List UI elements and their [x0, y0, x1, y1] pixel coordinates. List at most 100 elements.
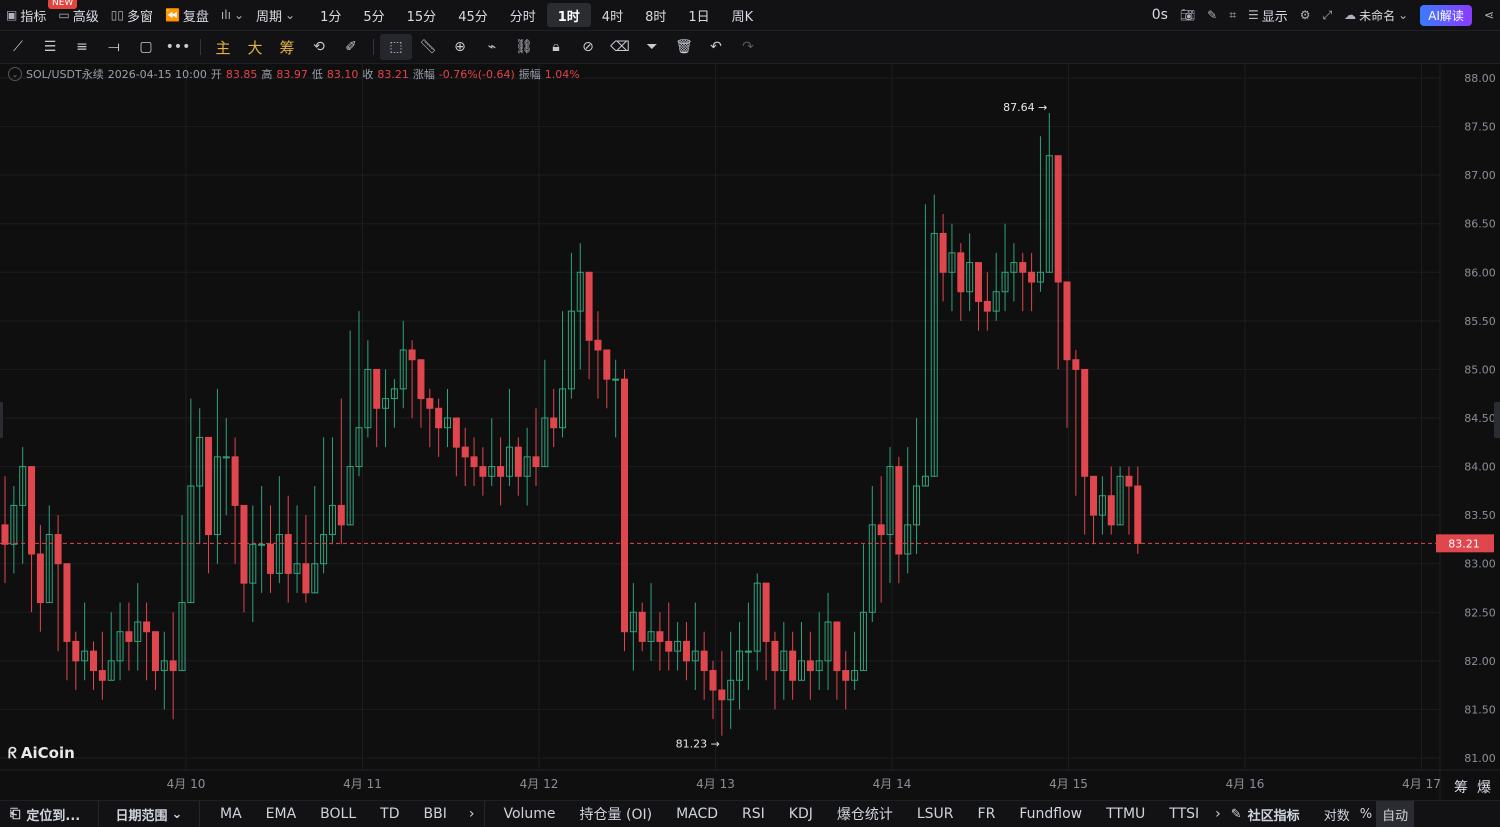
ruler-icon[interactable]: 📏︎	[412, 34, 444, 60]
period-tab[interactable]: 45分	[447, 3, 499, 27]
rectangle-icon[interactable]: ▢	[130, 34, 162, 60]
main-indicator-item[interactable]: EMA	[254, 801, 309, 827]
sub-indicator-list: Volume 持仓量 (OI) MACD RSI KDJ 爆仓统计 LSUR FR Fundfl…	[485, 801, 1211, 827]
candle	[151, 631, 159, 690]
open-label: 开	[210, 68, 222, 81]
sub-indicator-item[interactable]: 爆仓统计	[825, 801, 905, 827]
locate-button[interactable]: ⎗ 定位到...	[0, 801, 98, 827]
candle-body	[975, 262, 982, 302]
period-tab[interactable]: 5分	[352, 3, 395, 27]
pen-icon[interactable]: ✎	[1201, 3, 1223, 27]
more-sub-indicators-icon[interactable]: ›	[1211, 801, 1225, 827]
horizontal-lines-icon[interactable]: ≡	[66, 34, 98, 60]
main-indicator-item[interactable]: BBI	[412, 801, 459, 827]
candle	[143, 602, 151, 681]
auto-scale-button[interactable]: 自动	[1376, 801, 1415, 827]
cursor-select-icon[interactable]: ⬚	[380, 34, 412, 60]
more-tools-icon[interactable]: •••	[162, 34, 194, 60]
settings-icon[interactable]: ⚙	[1294, 3, 1317, 27]
period-tab[interactable]: 周K	[721, 3, 765, 27]
liquidation-side-button[interactable]: 爆	[1477, 777, 1491, 797]
zoom-icon[interactable]: ⊕	[444, 34, 476, 60]
horizontal-line-icon[interactable]: ⟞	[98, 34, 130, 60]
candle	[824, 592, 832, 690]
replay-button[interactable]: ⏪ 复盘	[159, 3, 215, 27]
candle-body	[497, 466, 505, 477]
period-tab[interactable]: 1日	[677, 3, 720, 27]
candle	[187, 398, 195, 604]
candle-body	[1090, 475, 1098, 516]
period-menu[interactable]: 周期 ⌄	[250, 3, 301, 27]
link-icon[interactable]: ⛓︎	[508, 34, 540, 60]
main-indicator-item[interactable]: TD	[368, 801, 411, 827]
sub-indicator-item[interactable]: MACD	[664, 801, 730, 827]
log-scale-button[interactable]: 对数	[1306, 801, 1356, 827]
eraser-icon[interactable]: ⌫	[604, 34, 636, 60]
right-panel-handle[interactable]	[1494, 402, 1500, 438]
more-indicators-icon[interactable]: ›	[459, 801, 485, 827]
redo-icon[interactable]: ↷	[732, 34, 764, 60]
undo-icon[interactable]: ↶	[700, 34, 732, 60]
filter-icon[interactable]: ⏷	[636, 34, 668, 60]
big-order-button[interactable]: 大	[239, 34, 271, 60]
period-tab[interactable]: 1时	[546, 3, 591, 27]
date-range-button[interactable]: 日期范围 ⌄	[99, 801, 199, 827]
period-tab[interactable]: 1分	[309, 3, 352, 27]
price-chart[interactable]: 88.00 87.50 87.00 86.50 86.00 85.50 85.00 84.50…	[0, 64, 1500, 800]
period-tab[interactable]: 4时	[591, 3, 634, 27]
camera-icon[interactable]: 📷︎	[1174, 3, 1201, 27]
lock-icon[interactable]: 🔒︎	[540, 34, 572, 60]
main-indicator-item[interactable]: MA	[208, 801, 254, 827]
chips-side-button[interactable]: 筹	[1454, 777, 1468, 797]
sub-indicator-item[interactable]: Fundflow	[1007, 801, 1094, 827]
multi-window-button[interactable]: ▯▯ 多窗	[105, 3, 159, 27]
time-tick-label: 4月 15	[1049, 777, 1088, 791]
brush-icon[interactable]: ✐	[335, 34, 367, 60]
sync-icon[interactable]: ⟲	[303, 34, 335, 60]
period-tab[interactable]: 15分	[396, 3, 448, 27]
info-toggle-icon[interactable]: ⌄	[8, 67, 22, 81]
parallel-lines-icon[interactable]: ☰	[34, 34, 66, 60]
candle	[736, 622, 744, 710]
main-force-button[interactable]: 主	[207, 34, 239, 60]
candle	[842, 651, 850, 710]
sub-indicator-item[interactable]: TTMU	[1094, 801, 1157, 827]
percent-scale-button[interactable]: %	[1356, 801, 1376, 827]
sub-indicator-item[interactable]: Volume	[491, 801, 567, 827]
comment-icon[interactable]: ⌗	[1223, 3, 1242, 27]
price-tick-label: 85.50	[1464, 315, 1496, 328]
indicators-button[interactable]: ▣ 指标	[0, 3, 52, 27]
sub-indicator-item[interactable]: TTSI	[1157, 801, 1211, 827]
display-label: 显示	[1261, 9, 1288, 25]
main-indicator-item[interactable]: BOLL	[308, 801, 368, 827]
community-indicators-button[interactable]: ✎ 社区指标	[1225, 801, 1306, 827]
candle	[1054, 155, 1062, 370]
magnet-icon[interactable]: ⌁	[476, 34, 508, 60]
sub-indicator-item[interactable]: FR	[966, 801, 1008, 827]
left-panel-handle[interactable]	[0, 402, 3, 438]
sub-indicator-item[interactable]: LSUR	[905, 801, 966, 827]
candle	[1081, 368, 1089, 535]
share-icon[interactable]: ⋖	[1478, 3, 1500, 27]
layout-button[interactable]: ☁ 未命名 ⌄	[1338, 3, 1414, 27]
trend-line-icon[interactable]: ⟋	[2, 34, 34, 60]
chips-button[interactable]: 筹	[271, 34, 303, 60]
logo-icon: ᖇ	[8, 744, 17, 762]
period-tab[interactable]: 分时	[499, 3, 547, 27]
sub-indicator-item[interactable]: 持仓量 (OI)	[568, 801, 665, 827]
fullscreen-icon[interactable]: ⤢	[1317, 3, 1339, 27]
ai-analysis-button[interactable]: AI解读	[1420, 4, 1472, 26]
candle	[621, 369, 628, 652]
multi-window-label: 多窗	[126, 9, 153, 25]
period-tab[interactable]: 8时	[634, 3, 677, 27]
candle-body	[169, 660, 177, 672]
hide-icon[interactable]: ⊘	[572, 34, 604, 60]
chart-type-button[interactable]: ılı ⌄	[215, 3, 250, 27]
indicator-icon: ▣	[6, 8, 18, 22]
candle-body	[621, 378, 628, 633]
display-button[interactable]: ☰ 显示	[1242, 3, 1294, 27]
trash-icon[interactable]: 🗑︎	[668, 34, 700, 60]
sub-indicator-item[interactable]: KDJ	[777, 801, 825, 827]
sub-indicator-item[interactable]: RSI	[730, 801, 777, 827]
price-tick-label: 87.50	[1464, 121, 1496, 134]
